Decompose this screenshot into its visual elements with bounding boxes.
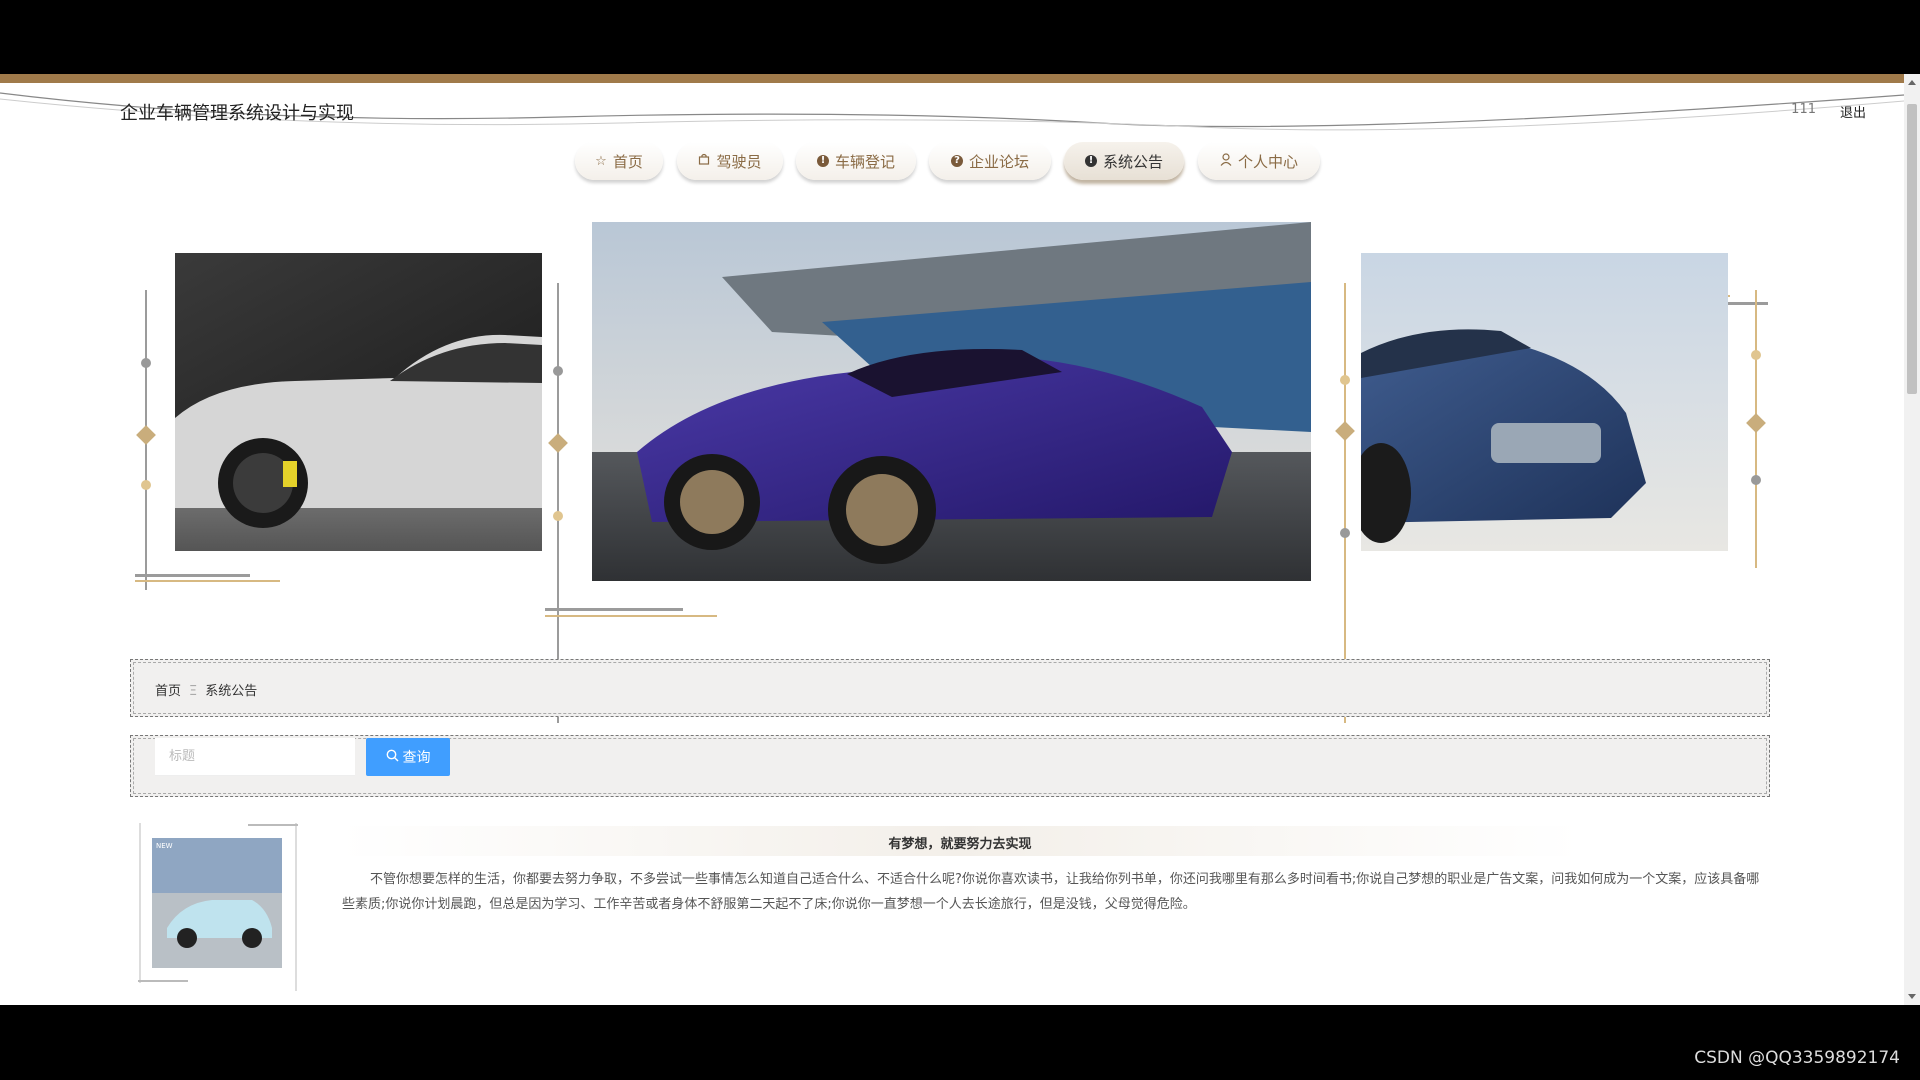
- notice-title[interactable]: 有梦想，就要努力去实现: [340, 833, 1580, 852]
- nav-item-drivers[interactable]: 驾驶员: [677, 142, 783, 180]
- scroll-down-icon[interactable]: [1908, 994, 1916, 999]
- banner-carousel: [0, 198, 1904, 728]
- search-button-label: 查询: [402, 750, 431, 766]
- nav-item-label: 车辆登记: [834, 152, 895, 171]
- frame-dot: [1340, 375, 1350, 385]
- frame-line: [545, 615, 717, 617]
- frame-diamond: [1746, 413, 1766, 433]
- search-icon: [386, 749, 399, 766]
- carousel-slide-next[interactable]: [1361, 253, 1728, 551]
- frame-dot: [141, 358, 151, 368]
- scroll-thumb[interactable]: [1907, 104, 1917, 394]
- frame-line: [557, 283, 559, 723]
- nav-item-profile[interactable]: 个人中心: [1198, 142, 1320, 180]
- frame-line: [545, 608, 683, 611]
- nav-item-vehicle-registration[interactable]: ! 车辆登记: [796, 142, 916, 180]
- frame-dot: [141, 480, 151, 490]
- frame-dot: [1340, 528, 1350, 538]
- page-scrollbar[interactable]: [1904, 74, 1920, 1005]
- frame-diamond: [136, 425, 156, 445]
- watermark: CSDN @QQ3359892174: [1694, 1048, 1900, 1068]
- breadcrumb-separator: Ξ: [189, 684, 198, 699]
- frame-dot: [1751, 475, 1761, 485]
- logout-button[interactable]: 退出: [1840, 102, 1866, 121]
- frame-dot: [553, 366, 563, 376]
- breadcrumb-current: 系统公告: [205, 684, 258, 699]
- nav-item-home[interactable]: ☆ 首页: [575, 142, 663, 180]
- user-icon: [1220, 152, 1232, 170]
- info-circle-icon: !: [1084, 155, 1097, 167]
- header-accent-line: [0, 74, 1904, 83]
- nav-item-label: 首页: [612, 152, 643, 171]
- nav-item-label: 企业论坛: [968, 152, 1029, 171]
- search-button[interactable]: 查询: [366, 738, 450, 776]
- frame-line: [135, 574, 250, 577]
- breadcrumb-panel: 首页 Ξ 系统公告: [130, 659, 1770, 717]
- video-letterbox-top: [0, 0, 1920, 74]
- notice-content: 不管你想要怎样的生活，你都要去努力争取，不多尝试一些事情怎么知道自己适合什么、不…: [342, 872, 1760, 912]
- frame-diamond: [548, 433, 568, 453]
- notice-list-item[interactable]: NEW 有梦想，就要努力去实现 不管你想要怎样的生活，你都要去努力争取，不多尝试…: [130, 823, 1770, 1003]
- notice-thumbnail[interactable]: NEW: [152, 838, 282, 968]
- thumb-badge: NEW: [156, 842, 173, 850]
- frame-line: [135, 580, 280, 582]
- main-nav: ☆ 首页 驾驶员 ! 车辆登记 ? 企业论坛 ! 系统公告 个人中心: [0, 142, 1904, 188]
- nav-item-label: 个人中心: [1237, 152, 1298, 171]
- frame-dot: [1751, 350, 1761, 360]
- carousel-slide-prev[interactable]: [175, 253, 542, 551]
- title-search-input[interactable]: [155, 738, 355, 776]
- page: 企业车辆管理系统设计与实现 111 退出 ☆ 首页 驾驶员 ! 车辆登记 ? 企…: [0, 83, 1904, 1005]
- system-title: 企业车辆管理系统设计与实现: [120, 103, 354, 124]
- nav-item-label: 驾驶员: [716, 152, 762, 171]
- header: 企业车辆管理系统设计与实现 111 退出: [0, 83, 1904, 138]
- frame-diamond: [1335, 421, 1355, 441]
- nav-item-label: 系统公告: [1102, 152, 1163, 171]
- bag-icon: [698, 153, 710, 169]
- nav-item-forum[interactable]: ? 企业论坛: [929, 142, 1051, 180]
- username-label: 111: [1791, 102, 1816, 117]
- carousel-slide-active[interactable]: [592, 222, 1311, 581]
- breadcrumb: 首页 Ξ 系统公告: [155, 680, 257, 699]
- info-circle-icon: !: [816, 155, 829, 167]
- question-circle-icon: ?: [950, 155, 963, 167]
- scroll-up-icon[interactable]: [1908, 80, 1916, 85]
- nav-item-announcements[interactable]: ! 系统公告: [1064, 142, 1184, 180]
- search-panel: 查询: [130, 735, 1770, 797]
- breadcrumb-home[interactable]: 首页: [155, 684, 181, 699]
- frame-dot: [553, 511, 563, 521]
- star-icon: ☆: [595, 153, 607, 169]
- frame-line: [1344, 283, 1346, 723]
